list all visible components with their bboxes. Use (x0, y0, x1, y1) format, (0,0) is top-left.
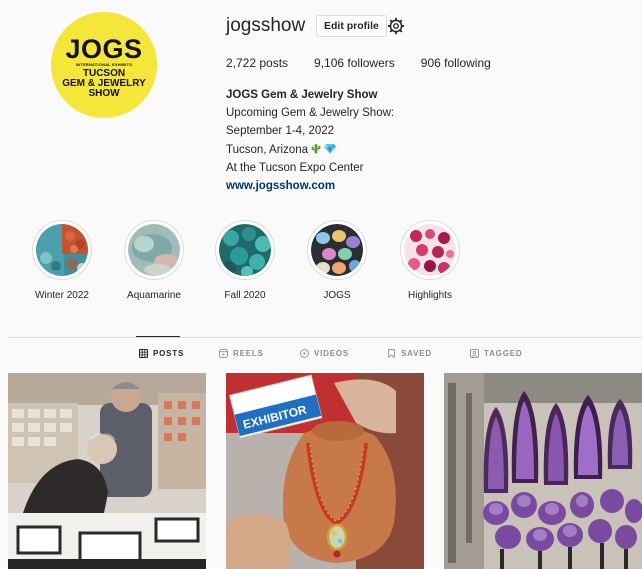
following-count[interactable]: 906 following (421, 56, 491, 70)
story-highlights: Winter 2022 Aquamarine Fall 2020 JOGS Hi… (0, 220, 642, 310)
highlight-thumbnail-image (219, 224, 271, 276)
tab-saved[interactable]: SAVED (387, 349, 432, 358)
followers-count[interactable]: 9,106 followers (314, 56, 395, 70)
tab-label: SAVED (401, 349, 432, 358)
tab-tagged[interactable]: TAGGED (470, 349, 522, 358)
bio-name: JOGS Gem & Jewelry Show (226, 89, 378, 101)
post-image-booth-shoppers (8, 373, 206, 569)
highlight-label: Winter 2022 (35, 290, 89, 301)
highlight-cover (307, 220, 367, 280)
highlight-label: Highlights (408, 290, 452, 301)
highlight-cover (32, 220, 92, 280)
tab-reels[interactable]: REELS (219, 349, 264, 358)
profile-website-link[interactable]: www.jogsshow.com (226, 180, 335, 192)
highlight-label: Fall 2020 (224, 290, 266, 301)
logo-line-3: SHOW (88, 87, 120, 99)
tab-posts[interactable]: POSTS (139, 349, 184, 358)
tab-label: POSTS (153, 349, 185, 358)
posts-count: 2,722 posts (226, 56, 289, 70)
video-play-icon (300, 349, 309, 358)
grid-icon (139, 349, 148, 358)
bio-line-2: September 1-4, 2022 (226, 125, 335, 138)
bookmark-icon (388, 349, 395, 358)
logo-line-1: TUCSON (82, 67, 126, 79)
profile-username: jogsshow (226, 15, 306, 36)
bio-line-4: At the Tucson Expo Center (226, 161, 364, 174)
bio-line-1: Upcoming Gem & Jewelry Show: (226, 107, 395, 120)
highlight-thumbnail-image (36, 224, 88, 276)
post-tile[interactable] (444, 373, 642, 569)
reels-icon (219, 349, 228, 358)
tab-label: REELS (233, 349, 264, 358)
highlight-highlights[interactable]: Highlights (385, 220, 475, 301)
bio-line-3-row: Tucson, Arizona (226, 141, 394, 159)
highlight-fall-2020[interactable]: Fall 2020 (200, 220, 290, 301)
highlight-winter-2022[interactable]: Winter 2022 (17, 220, 107, 301)
tagged-person-icon (470, 349, 479, 358)
profile-avatar[interactable]: JOGS INTERNATIONAL EXHIBITS TUCSON GEM &… (51, 12, 157, 118)
highlight-cover (400, 220, 460, 280)
highlight-thumbnail-image (128, 224, 180, 276)
highlight-aquamarine[interactable]: Aquamarine (109, 220, 199, 301)
logo-title: JOGS (65, 33, 143, 64)
highlight-thumbnail-image (404, 224, 456, 276)
post-tile[interactable] (8, 373, 206, 569)
tabs-divider (8, 337, 642, 338)
post-image-exhibitor-necklace: EXHIBITOR (226, 373, 424, 569)
post-tile[interactable]: EXHIBITOR (226, 373, 424, 569)
highlight-jogs[interactable]: JOGS (292, 220, 382, 301)
highlight-label: JOGS (323, 290, 351, 301)
posts-grid: EXHIBITOR (0, 373, 642, 569)
post-image-amethyst-geodes (444, 373, 642, 569)
cactus-emoji-icon (311, 143, 321, 154)
gem-emoji-icon (324, 143, 337, 154)
tab-label: TAGGED (484, 349, 523, 358)
bio-line-3: Tucson, Arizona (226, 143, 309, 156)
profile-bio: JOGS Gem & Jewelry Show Upcoming Gem & J… (226, 86, 394, 195)
tab-label: VIDEOS (314, 349, 350, 358)
highlight-thumbnail-image (311, 224, 363, 276)
active-tab-indicator (136, 336, 180, 337)
highlight-label: Aquamarine (127, 290, 181, 301)
logo-line-2: GEM & JEWELRY (62, 77, 146, 89)
profile-stats: 2,722 posts 9,106 followers 906 followin… (226, 56, 517, 70)
settings-gear-icon[interactable] (387, 17, 405, 35)
highlight-cover (215, 220, 275, 280)
edit-profile-button[interactable]: Edit profile (316, 15, 387, 37)
tab-videos[interactable]: VIDEOS (300, 349, 349, 358)
highlight-cover (124, 220, 184, 280)
profile-tabs: POSTS REELS VIDEOS SAVED TAGGED (0, 349, 642, 363)
logo-subtitle: INTERNATIONAL EXHIBITS (75, 61, 133, 67)
